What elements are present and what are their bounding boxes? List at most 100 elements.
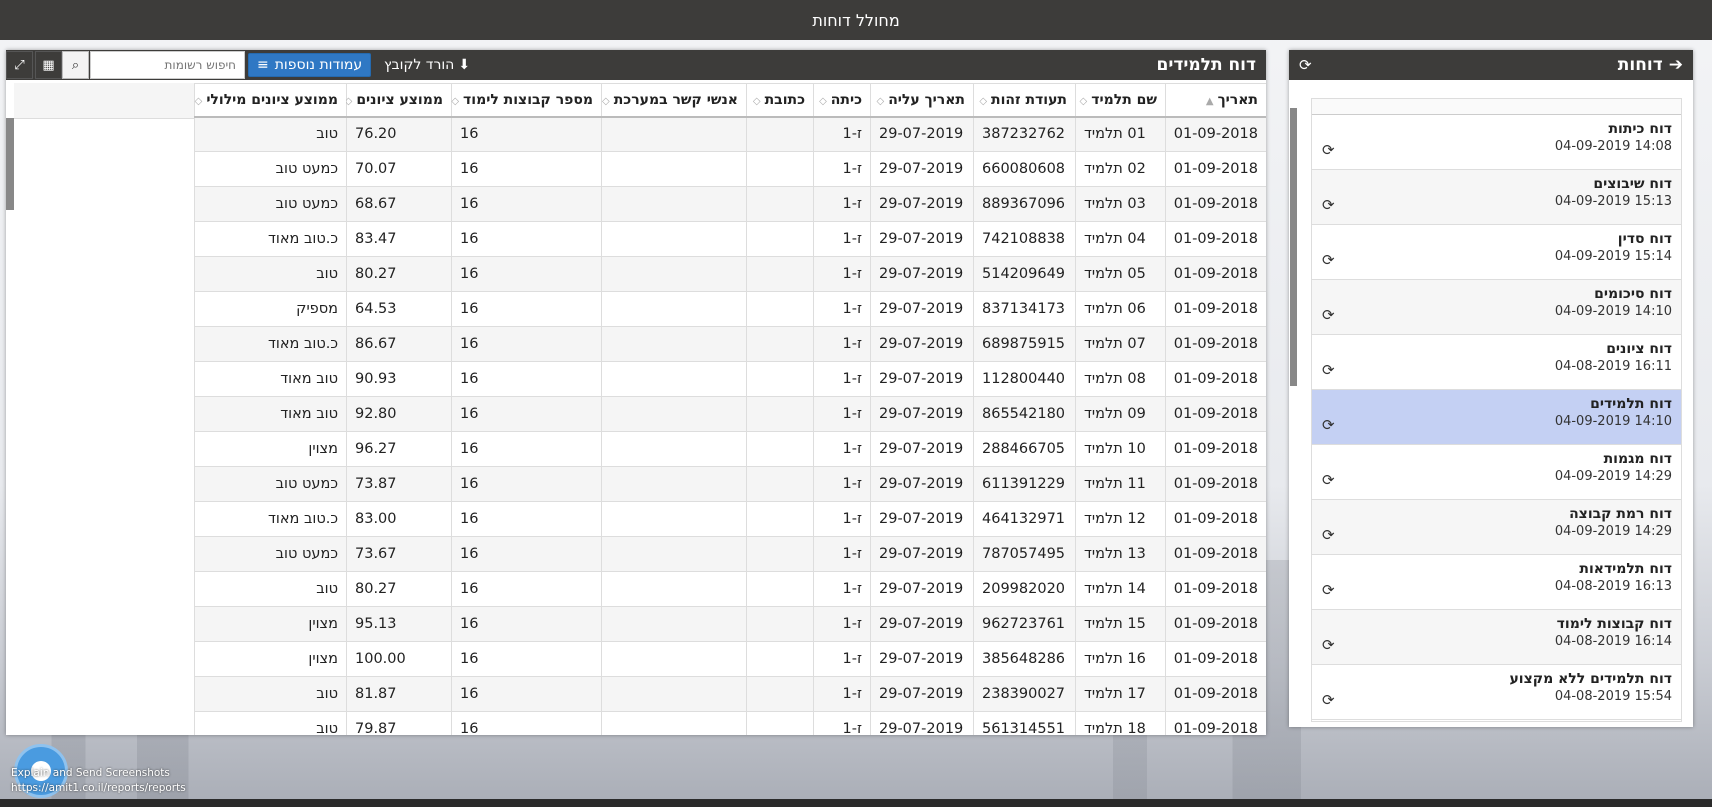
report-item[interactable]: דוח שיבוצים 15:13 04-09-2019 ⟳ [1312, 170, 1681, 225]
table-cell: 80.27 [346, 571, 452, 607]
table-cell: 01-09-2018 [1165, 326, 1266, 362]
column-header[interactable]: ממוצע ציונים◇ [345, 83, 452, 118]
report-item[interactable]: דוח סדין 15:14 04-09-2019 ⟳ [1312, 225, 1681, 280]
fullscreen-button[interactable]: ⤢ [6, 51, 33, 79]
report-item[interactable]: דוח מגמות 14:29 04-09-2019 ⟳ [1312, 445, 1681, 500]
reports-list: דוח כיתות 14:08 04-09-2019 ⟳ דוח שיבוצים 15:… [1311, 98, 1682, 722]
refresh-icon[interactable]: ⟳ [1322, 196, 1335, 214]
sort-icon[interactable]: ◇ [876, 96, 884, 107]
table-view-button[interactable]: ▦ [35, 51, 62, 79]
column-header[interactable]: ממוצע ציונים מילולי◇ [194, 83, 347, 118]
table-row[interactable]: 01-09-2018 02 תלמיד 660080608 29-07-2019 ז-1… [194, 151, 1266, 187]
reports-scrollbar[interactable] [1290, 108, 1297, 386]
download-button[interactable]: ⬇ הורד לקובץ [384, 50, 470, 80]
refresh-icon[interactable]: ⟳ [1322, 526, 1335, 544]
table-row[interactable]: 01-09-2018 04 תלמיד 742108838 29-07-2019 ז-1… [194, 221, 1266, 257]
report-item[interactable]: דוח תלמידים ללא מקצוע 15:54 04-08-2019 ⟳ [1312, 665, 1681, 720]
refresh-icon[interactable]: ⟳ [1322, 361, 1335, 379]
sort-icon[interactable]: ◇ [451, 96, 459, 107]
table-row[interactable]: 01-09-2018 15 תלמיד 962723761 29-07-2019 ז-1… [194, 606, 1266, 642]
report-item[interactable]: דוח תלמידים 14:10 04-09-2019 ⟳ [1312, 390, 1681, 445]
table-cell [601, 501, 747, 537]
table-cell: מספיק [194, 291, 347, 327]
table-cell: 01-09-2018 [1165, 571, 1266, 607]
sort-icon[interactable]: ◇ [979, 96, 987, 107]
refresh-icon[interactable]: ⟳ [1322, 141, 1335, 159]
report-item[interactable]: דוח רמת קבוצה 14:29 04-09-2019 ⟳ [1312, 500, 1681, 555]
extra-columns-label: עמודות נוספות [274, 57, 363, 73]
arrow-right-icon[interactable]: ➔ [1669, 55, 1683, 75]
table-cell [601, 431, 747, 467]
table-row[interactable]: 01-09-2018 05 תלמיד 514209649 29-07-2019 ז-1… [194, 256, 1266, 292]
report-item[interactable]: דוח קבוצות לימוד 16:14 04-08-2019 ⟳ [1312, 610, 1681, 665]
table-row[interactable]: 01-09-2018 03 תלמיד 889367096 29-07-2019 ז-1… [194, 186, 1266, 222]
table-cell: 14 תלמיד [1075, 571, 1166, 607]
column-header[interactable]: שם תלמיד◇ [1075, 83, 1166, 118]
table-row[interactable]: 01-09-2018 18 תלמיד 561314551 29-07-2019 ז-1… [194, 711, 1266, 735]
table-row[interactable]: 01-09-2018 13 תלמיד 787057495 29-07-2019 ז-1… [194, 536, 1266, 572]
table-cell: כ.טוב מאוד [194, 221, 347, 257]
column-header[interactable]: אנשי קשר במערכת◇ [601, 83, 747, 118]
table-row[interactable]: 01-09-2018 07 תלמיד 689875915 29-07-2019 ז-1… [194, 326, 1266, 362]
help-line-2: https://amit1.co.il/reports/reports [11, 782, 186, 794]
report-item[interactable]: דוח סיכומים 14:10 04-09-2019 ⟳ [1312, 280, 1681, 335]
column-header[interactable]: תעודת זהות ◇ [973, 83, 1076, 118]
table-row[interactable]: 01-09-2018 12 תלמיד 464132971 29-07-2019 ז-1… [194, 501, 1266, 537]
table-cell: ז-1 [813, 711, 871, 735]
column-header[interactable]: מספר קבוצות לימוד ◇ [451, 83, 602, 118]
table-cell [746, 116, 814, 152]
table-cell [601, 361, 747, 397]
sort-asc-icon[interactable]: ▲ [1206, 96, 1214, 107]
table-scrollbar[interactable] [6, 118, 14, 210]
table-row[interactable]: 01-09-2018 16 תלמיד 385648286 29-07-2019 ז-1… [194, 641, 1266, 677]
column-header[interactable]: כתובת◇ [746, 83, 814, 118]
reports-title: דוחות [1617, 55, 1663, 75]
reports-title-group[interactable]: ➔ דוחות [1618, 55, 1683, 75]
column-header-label: מספר קבוצות לימוד [463, 91, 593, 108]
extra-columns-button[interactable]: עמודות נוספות ≡ [248, 53, 372, 77]
table-row[interactable]: 01-09-2018 08 תלמיד 112800440 29-07-2019 ז-1… [194, 361, 1266, 397]
sort-icon[interactable]: ◇ [602, 96, 610, 107]
table-cell: מצוין [194, 641, 347, 677]
refresh-icon[interactable]: ⟳ [1322, 306, 1335, 324]
search-input[interactable] [90, 51, 245, 79]
table-row[interactable]: 01-09-2018 11 תלמיד 611391229 29-07-2019 ז-1… [194, 466, 1266, 502]
refresh-icon[interactable]: ⟳ [1322, 416, 1335, 434]
table-cell [746, 221, 814, 257]
column-header[interactable]: תאריך▲ [1165, 83, 1266, 118]
table-cell: 100.00 [346, 641, 452, 677]
sort-icon[interactable]: ◇ [1080, 96, 1088, 107]
column-header[interactable]: כיתה◇ [813, 83, 871, 118]
table-cell: כמעט טוב [194, 466, 347, 502]
refresh-icon[interactable]: ⟳ [1322, 636, 1335, 654]
report-item[interactable]: דוח ציונים 16:11 04-08-2019 ⟳ [1312, 335, 1681, 390]
sort-icon[interactable]: ◇ [195, 96, 203, 107]
refresh-icon[interactable]: ⟳ [1322, 581, 1335, 599]
refresh-icon[interactable]: ⟳ [1322, 251, 1335, 269]
report-item[interactable]: דוח כיתות 14:08 04-09-2019 ⟳ [1312, 115, 1681, 170]
sort-icon[interactable]: ◇ [819, 96, 827, 107]
sort-icon[interactable]: ◇ [753, 96, 761, 107]
table-row[interactable]: 01-09-2018 10 תלמיד 288466705 29-07-2019 ז-1… [194, 431, 1266, 467]
table-cell: ז-1 [813, 571, 871, 607]
report-date: 14:10 04-09-2019 [1554, 414, 1672, 429]
table-cell: כ.טוב מאוד [194, 326, 347, 362]
search-button[interactable]: ⌕ [62, 51, 89, 79]
table-cell: 16 [451, 606, 602, 642]
table-cell: 06 תלמיד [1075, 291, 1166, 327]
table-row[interactable]: 01-09-2018 09 תלמיד 865542180 29-07-2019 ז-1… [194, 396, 1266, 432]
refresh-icon[interactable]: ⟳ [1322, 471, 1335, 489]
report-item[interactable]: דוח תלמידאות 16:13 04-08-2019 ⟳ [1312, 555, 1681, 610]
table-row[interactable]: 01-09-2018 17 תלמיד 238390027 29-07-2019 ז-1… [194, 676, 1266, 712]
table-cell: ז-1 [813, 431, 871, 467]
table-row[interactable]: 01-09-2018 14 תלמיד 209982020 29-07-2019 ז-1… [194, 571, 1266, 607]
refresh-icon[interactable]: ⟳ [1299, 56, 1312, 74]
table-row[interactable]: 01-09-2018 01 תלמיד 387232762 29-07-2019 ז-1… [194, 116, 1266, 152]
column-header[interactable]: תאריך עליה ◇ [870, 83, 974, 118]
table-row[interactable]: 01-09-2018 06 תלמיד 837134173 29-07-2019 ז-1… [194, 291, 1266, 327]
refresh-icon[interactable]: ⟳ [1322, 691, 1335, 709]
table-cell: טוב [194, 256, 347, 292]
table-cell: ז-1 [813, 186, 871, 222]
help-widget-text[interactable]: Explain and Send Screenshots https://ami… [11, 766, 186, 796]
column-header-label: אנשי קשר במערכת [613, 91, 738, 108]
